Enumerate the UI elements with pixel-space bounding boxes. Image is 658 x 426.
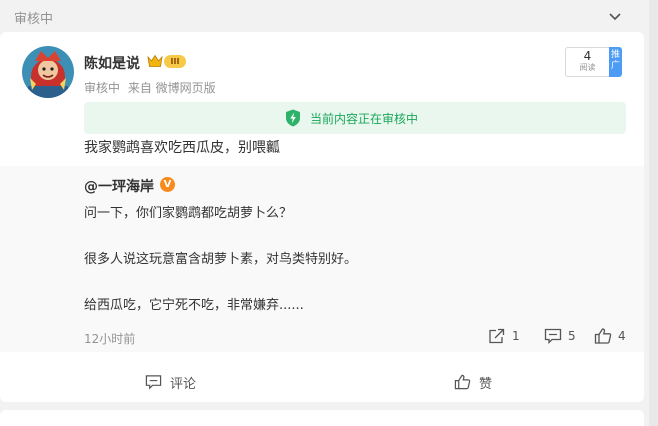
quoted-repost-count: 1 — [512, 329, 520, 343]
thumbs-up-icon — [454, 374, 471, 390]
section-header: 审核中 — [0, 0, 658, 32]
quoted-username[interactable]: @一玶海岸 — [84, 176, 154, 196]
next-post-card — [0, 410, 644, 426]
avatar[interactable] — [22, 46, 74, 98]
crown-icon — [147, 54, 163, 67]
post-status: 审核中 — [84, 81, 121, 95]
shield-icon — [286, 109, 300, 127]
verified-badge-icon: V — [160, 177, 175, 192]
comment-icon — [544, 328, 562, 344]
vip-badge: III — [164, 55, 186, 68]
comment-icon — [145, 375, 162, 390]
read-count-box: 4 阅读 — [565, 47, 609, 77]
post-username[interactable]: 陈如是说 — [84, 53, 140, 73]
review-notice-text: 当前内容正在审核中 — [310, 112, 419, 126]
comment-label: 评论 — [170, 377, 197, 392]
post-action-bar: 评论 赞 — [0, 362, 644, 402]
read-count: 4 — [583, 49, 592, 63]
quoted-post[interactable]: @一玶海岸 V 问一下，你们家鹦鹉都吃胡萝卜么？ 很多人说这玩意富含胡萝卜素，对… — [0, 166, 644, 352]
promote-button[interactable]: 推广 — [609, 47, 622, 77]
post-meta: 审核中 来自 微博网页版 — [84, 79, 220, 96]
post-card: 陈如是说 III 审核中 来自 微博网页版 4 阅读 推广 当前内容正在审核中 … — [0, 32, 644, 402]
quoted-text-line: 很多人说这玩意富含胡萝卜素，对鸟类特别好。 — [84, 252, 358, 267]
chevron-down-icon[interactable] — [607, 8, 623, 24]
like-label: 赞 — [479, 377, 493, 392]
thumbs-up-icon — [594, 328, 612, 344]
quoted-time: 12小时前 — [84, 332, 136, 346]
quoted-text-line: 问一下，你们家鹦鹉都吃胡萝卜么？ — [84, 206, 293, 221]
quoted-comment-count: 5 — [568, 329, 576, 343]
review-notice: 当前内容正在审核中 — [84, 102, 626, 134]
scrollbar[interactable] — [649, 0, 658, 426]
section-title: 审核中 — [14, 12, 54, 27]
quoted-like-count: 4 — [618, 329, 626, 343]
post-text: 我家鹦鹉喜欢吃西瓜皮，别喂瓤 — [84, 140, 280, 156]
read-label: 阅读 — [579, 63, 596, 72]
repost-icon — [489, 328, 505, 344]
post-source: 来自 微博网页版 — [127, 81, 216, 95]
quoted-text-line: 给西瓜吃，它宁死不吃，非常嫌弃...... — [84, 298, 304, 313]
